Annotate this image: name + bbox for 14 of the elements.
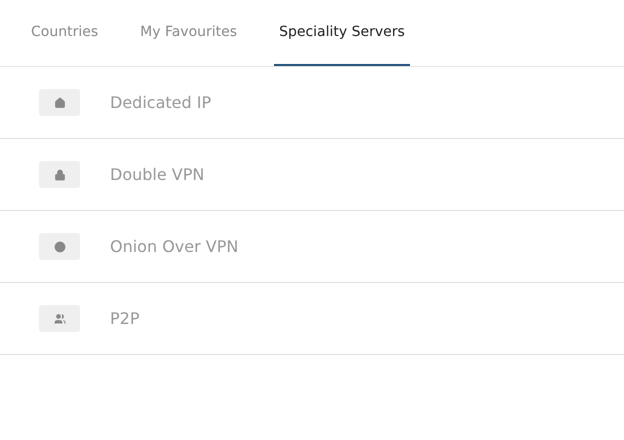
server-row[interactable]: Double VPN	[0, 139, 624, 211]
server-name: Onion Over VPN	[110, 237, 238, 256]
server-name: P2P	[110, 309, 140, 328]
users-icon	[39, 305, 80, 332]
server-row[interactable]: Onion Over VPN	[0, 211, 624, 283]
lock-icon	[39, 161, 80, 188]
home-icon	[39, 89, 80, 116]
server-name: Double VPN	[110, 165, 204, 184]
server-name: Dedicated IP	[110, 93, 212, 112]
server-row[interactable]: P2P	[0, 283, 624, 355]
tab[interactable]: Countries	[26, 0, 104, 66]
server-row[interactable]: Dedicated IP	[0, 67, 624, 139]
tab[interactable]: My Favourites	[135, 0, 242, 66]
tab[interactable]: Speciality Servers	[274, 0, 410, 66]
